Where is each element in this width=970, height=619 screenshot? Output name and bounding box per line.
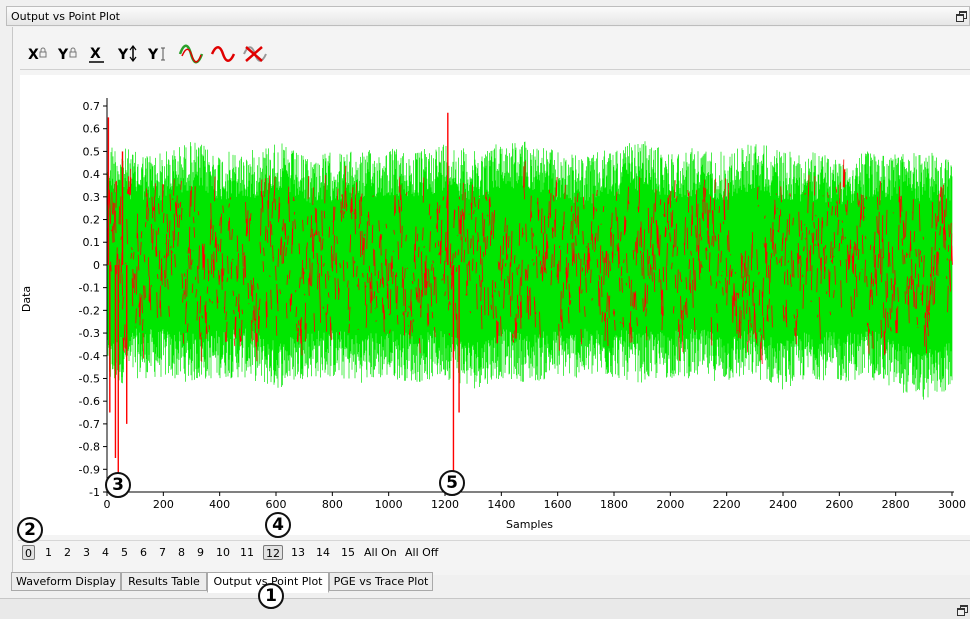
y-tick-label: -1 <box>89 486 100 499</box>
y-lock-button[interactable]: Y <box>56 43 84 65</box>
x-tick-label: 1800 <box>600 498 628 511</box>
y-tick-label: 0.3 <box>83 191 101 204</box>
channel-button-8[interactable]: 8 <box>178 545 185 560</box>
remove-waveform-button[interactable] <box>242 43 270 65</box>
y-tick-label: -0.7 <box>79 418 100 431</box>
callout-5: 5 <box>439 470 465 496</box>
x-tick-label: 2200 <box>713 498 741 511</box>
x-tick-label: 2400 <box>769 498 797 511</box>
channel-button-11[interactable]: 11 <box>240 545 254 560</box>
x-lock-button[interactable]: X <box>26 43 54 65</box>
y-tick-label: -0.9 <box>79 463 100 476</box>
waveform-green-red-icon <box>178 44 204 64</box>
x-axis-label: Samples <box>506 518 553 531</box>
channel-button-1[interactable]: 1 <box>45 545 52 560</box>
y-tick-label: -0.3 <box>79 327 100 340</box>
channel-button-6[interactable]: 6 <box>140 545 147 560</box>
tab-results-table[interactable]: Results Table <box>121 572 207 591</box>
x-fit-button[interactable]: X <box>86 43 114 65</box>
y-axis-label: Data <box>20 286 33 312</box>
plot-area[interactable]: 0.7 0.6 0.5 0.4 0.3 0.2 0.1 0 -0.1 -0.2 -0.3 -0.4 -0… <box>20 75 970 535</box>
channel-button-all-on[interactable]: All On <box>364 545 397 560</box>
y-tick-label: -0.6 <box>79 395 100 408</box>
waveform-remove-icon <box>243 46 267 62</box>
y-tick-label: 0.2 <box>83 214 101 227</box>
output-vs-point-chart[interactable]: 0.7 0.6 0.5 0.4 0.3 0.2 0.1 0 -0.1 -0.2 -0.3 -0.4 -0… <box>20 75 970 535</box>
x-tick-label: 800 <box>322 498 343 511</box>
y-tick-label: -0.8 <box>79 441 100 454</box>
y-tick-label: 0.1 <box>83 236 101 249</box>
callout-3: 3 <box>105 472 131 498</box>
y-tick-label: -0.1 <box>79 282 100 295</box>
channel-button-7[interactable]: 7 <box>159 545 166 560</box>
show-red-waveform-button[interactable] <box>210 43 238 65</box>
x-tick-label: 1000 <box>375 498 403 511</box>
channel-button-5[interactable]: 5 <box>121 545 128 560</box>
callout-4: 4 <box>265 512 291 538</box>
channel-button-2[interactable]: 2 <box>64 545 71 560</box>
callout-1: 1 <box>258 583 284 609</box>
tab-waveform-display[interactable]: Waveform Display <box>11 572 121 591</box>
x-tick-label: 3000 <box>938 498 966 511</box>
channel-button-12[interactable]: 12 <box>263 545 283 560</box>
x-tick-label: 2000 <box>656 498 684 511</box>
y-tick-label: 0.7 <box>83 100 101 113</box>
x-tick-label: 2600 <box>825 498 853 511</box>
x-tick-label: 1600 <box>544 498 572 511</box>
channel-button-4[interactable]: 4 <box>102 545 109 560</box>
y-tick-label: -0.4 <box>79 350 100 363</box>
channel-button-15[interactable]: 15 <box>341 545 355 560</box>
y-tick-label: 0.4 <box>83 168 101 181</box>
y-tick-label: -0.2 <box>79 304 100 317</box>
restore-dock-icon[interactable] <box>957 605 968 616</box>
x-tick-label: 400 <box>209 498 230 511</box>
x-fit-icon: X <box>90 46 101 62</box>
y-tick-label: 0.6 <box>83 123 101 136</box>
x-tick-label: 600 <box>266 498 287 511</box>
channel-selector-bar: 0 1 2 3 4 5 6 7 8 9 10 11 12 13 14 15 All On All Off <box>18 540 970 564</box>
tab-pge-vs-trace-plot[interactable]: PGE vs Trace Plot <box>329 572 433 591</box>
y-tick-label: -0.5 <box>79 372 100 385</box>
x-tick-label: 2800 <box>882 498 910 511</box>
x-tick-label: 1400 <box>487 498 515 511</box>
channel-button-3[interactable]: 3 <box>83 545 90 560</box>
panel-title-bar: Output vs Point Plot <box>6 6 970 26</box>
callout-2: 2 <box>17 517 43 543</box>
y-autoscale-button[interactable]: Y <box>116 43 144 65</box>
channel-button-10[interactable]: 10 <box>216 545 230 560</box>
waveform-red-icon <box>210 46 236 62</box>
x-tick-label: 0 <box>104 498 111 511</box>
x-tick-label: 1200 <box>431 498 459 511</box>
y-cursor-button[interactable]: Y <box>146 43 174 65</box>
panel-title: Output vs Point Plot <box>11 10 120 23</box>
y-lock-icon: Y <box>57 47 69 63</box>
bottom-dock-bar <box>0 598 970 619</box>
plot-toolbar: X Y X Y Y <box>20 38 970 70</box>
y-autoscale-icon: Y <box>117 47 129 63</box>
channel-button-13[interactable]: 13 <box>291 545 305 560</box>
show-all-waveforms-button[interactable] <box>178 43 206 65</box>
channel-button-all-off[interactable]: All Off <box>405 545 438 560</box>
channel-button-0[interactable]: 0 <box>22 545 35 560</box>
y-tick-label: 0.5 <box>83 145 101 158</box>
y-tick-label: 0 <box>93 259 100 272</box>
channel-button-9[interactable]: 9 <box>197 545 204 560</box>
y-cursor-icon: Y <box>147 47 159 63</box>
x-tick-label: 200 <box>153 498 174 511</box>
x-lock-icon: X <box>28 47 39 63</box>
channel-button-14[interactable]: 14 <box>316 545 330 560</box>
restore-window-icon[interactable] <box>956 11 967 22</box>
